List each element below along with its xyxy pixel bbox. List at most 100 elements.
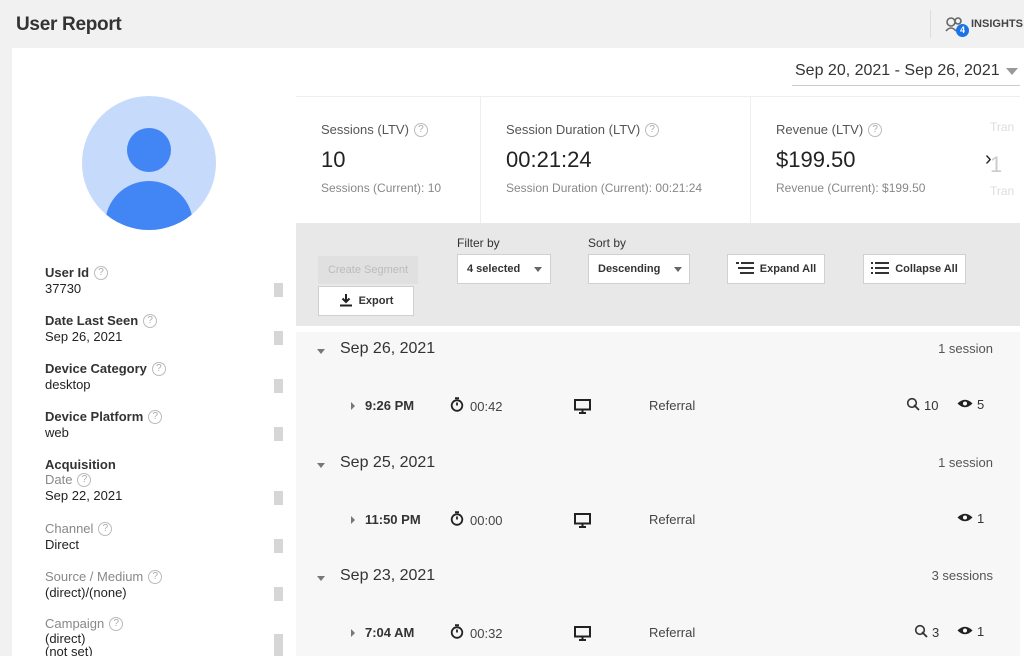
day-group: Sep 23, 2021 3 sessions 7:04 AM 00:32 Re… [296,559,1020,656]
export-label: Export [358,295,394,307]
export-button[interactable]: Export [318,286,414,316]
help-icon[interactable]: ? [77,472,92,487]
attr-label: Source / Medium [45,569,144,584]
session-channel: Referral [649,398,696,413]
session-duration: 00:00 [470,512,503,528]
pageview-count: 1 [977,511,985,526]
metric-label: Revenue (LTV) [776,122,864,137]
day-session-count: 1 session [938,341,993,356]
attr-user-id: User Id? 37730 [45,265,285,296]
chevron-right-icon[interactable]: › [985,148,992,171]
copy-handle[interactable] [274,331,283,345]
expand-all-label: Expand All [759,263,817,275]
session-duration: 00:32 [470,625,503,641]
attr-value: web [45,425,69,440]
help-icon[interactable]: ? [148,569,163,584]
copy-handle[interactable] [274,491,283,505]
chevron-down-icon [534,266,543,272]
insights-button[interactable]: 4 INSIGHTS [930,10,1023,38]
sort-by-dropdown[interactable]: Descending [588,254,690,284]
help-icon[interactable]: ? [94,265,109,280]
attr-value: Sep 22, 2021 [45,488,123,503]
metric-session-duration: Session Duration (LTV)? 00:21:24 Session… [481,97,751,223]
copy-handle[interactable] [274,427,283,441]
eye-icon [957,624,973,639]
copy-handle[interactable] [274,634,283,656]
day-header[interactable]: Sep 25, 2021 1 session [296,446,1020,490]
help-icon[interactable]: ? [151,361,166,376]
sort-by-value: Descending [598,263,661,275]
chevron-right-icon [351,516,355,524]
day-header[interactable]: Sep 23, 2021 3 sessions [296,559,1020,603]
collapse-all-label: Collapse All [895,263,958,275]
filter-by-dropdown[interactable]: 4 selected [457,254,551,284]
attr-label: Campaign [45,616,105,631]
chevron-down-icon [317,463,325,468]
help-icon[interactable]: ? [413,122,428,137]
desktop-icon [574,626,591,646]
attr-acquisition: Acquisition Date? Sep 22, 2021 [45,457,285,503]
stopwatch-icon [450,397,464,415]
avatar-head [127,128,171,172]
attr-value: desktop [45,377,91,392]
metric-current: Sessions (Current): 10 [321,181,442,195]
attr-date-last-seen: Date Last Seen? Sep 26, 2021 [45,313,285,344]
help-icon[interactable]: ? [143,313,158,328]
session-row[interactable]: 11:50 PM 00:00 Referral 1 [296,501,1020,541]
metric-peek: Tran 1 Tran [990,120,1020,198]
help-icon[interactable]: ? [109,616,124,631]
create-segment-button[interactable]: Create Segment [318,256,418,284]
help-icon[interactable]: ? [645,122,660,137]
copy-handle[interactable] [274,283,283,297]
eye-icon [957,397,973,412]
attr-value: (direct)/(none) [45,585,127,600]
chevron-down-icon [317,349,325,354]
attr-label: Date Last Seen [45,313,139,328]
day-header[interactable]: Sep 26, 2021 1 session [296,332,1020,376]
copy-handle[interactable] [274,539,283,553]
attr-label: Channel [45,521,94,536]
insights-badge: 4 [956,24,969,37]
session-row[interactable]: 7:04 AM 00:32 Referral 3 1 [296,614,1020,654]
attr-channel: Channel? Direct [45,521,285,552]
day-date: Sep 26, 2021 [340,340,436,357]
expand-all-icon [735,261,754,277]
avatar [82,96,216,230]
attr-value: Direct [45,537,79,552]
session-channel: Referral [649,625,696,640]
session-time: 9:26 PM [365,398,415,413]
attr-device-platform: Device Platform? web [45,409,285,440]
metric-current: Session Duration (Current): 00:21:24 [506,181,703,195]
top-bar: User Report 4 INSIGHTS [0,0,1024,48]
stopwatch-icon [450,511,464,529]
metric-peek-label: Tran [990,120,1015,134]
session-time: 7:04 AM [365,625,415,640]
help-icon[interactable]: ? [148,409,163,424]
copy-handle[interactable] [274,379,283,393]
session-row[interactable]: 9:26 PM 00:42 Referral 10 5 [296,387,1020,427]
metric-value: 10 [321,147,346,172]
desktop-icon [574,513,591,533]
date-range-text: Sep 20, 2021 - Sep 26, 2021 [795,62,1000,79]
attr-value-secondary: (not set) [45,644,93,656]
pageview-count: 1 [977,624,985,639]
insights-label: INSIGHTS [971,18,1023,30]
goal-count: 3 [932,625,940,640]
date-range-picker[interactable]: Sep 20, 2021 - Sep 26, 2021 [792,60,1020,86]
chevron-down-icon [674,266,683,272]
help-icon[interactable]: ? [98,521,113,536]
copy-handle[interactable] [274,587,283,601]
metric-sessions: Sessions (LTV)? 10 Sessions (Current): 1… [296,97,481,223]
sort-by-label: Sort by [588,236,627,250]
metric-current: Revenue (Current): $199.50 [776,181,926,195]
filter-by-label: Filter by [457,236,500,250]
collapse-all-button[interactable]: Collapse All [863,254,966,284]
metric-revenue: Revenue (LTV)? $199.50 Revenue (Current)… [751,97,986,223]
attr-label: Device Category [45,361,147,376]
chevron-down-icon [317,576,325,581]
expand-all-button[interactable]: Expand All [727,254,825,284]
help-icon[interactable]: ? [868,122,883,137]
page-title: User Report [16,14,122,35]
avatar-body [105,181,193,230]
goal-icon [906,397,920,414]
